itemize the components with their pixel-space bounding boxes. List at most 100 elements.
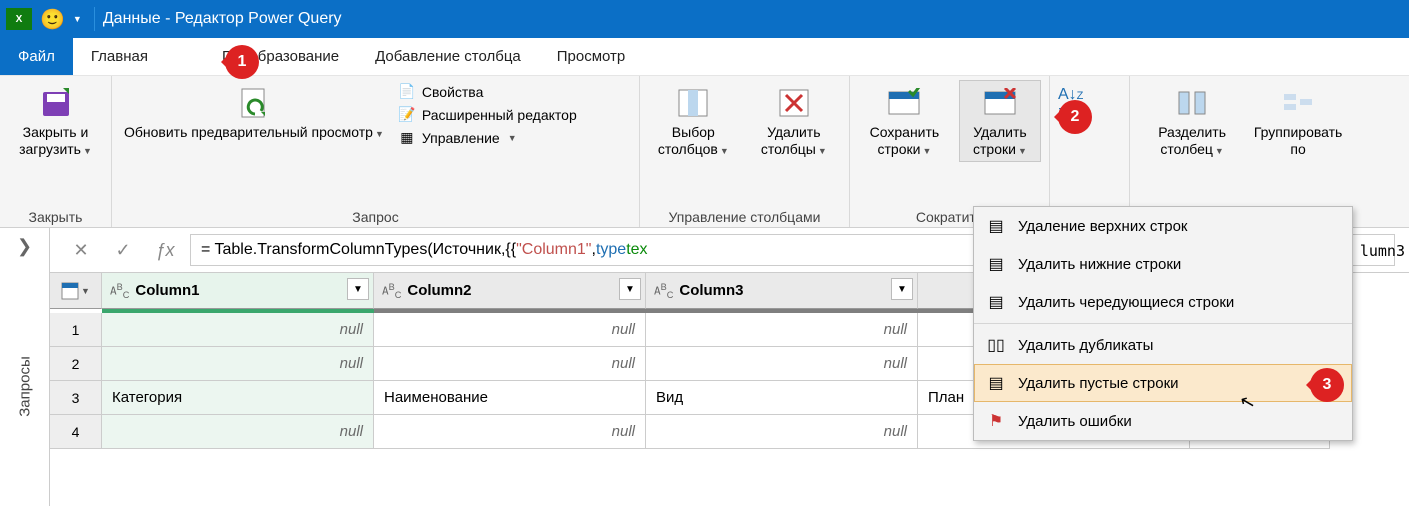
column-header-3[interactable]: ABC Column3 ▼: [646, 273, 918, 309]
menu-label: Удалить дубликаты: [1018, 337, 1153, 354]
remove-top-icon: ▤: [984, 216, 1008, 236]
tab-add-column[interactable]: Добавление столбца: [357, 38, 539, 75]
group-sort: A↓Z Z↓A: [1050, 76, 1130, 227]
datatype-text-icon: ABC: [110, 282, 129, 300]
cell[interactable]: Категория: [102, 381, 374, 415]
grid-corner[interactable]: ▼: [50, 273, 102, 309]
choose-columns-icon: [676, 82, 710, 124]
ribbon-tabs: Файл Главная Преобразование Добавление с…: [0, 38, 1409, 76]
titlebar: X 🙂 ▼ Данные - Редактор Power Query: [0, 0, 1409, 38]
smiley-icon[interactable]: 🙂: [40, 7, 65, 32]
group-query-label: Запрос: [120, 207, 631, 225]
formula-overflow: lumn3: [1360, 242, 1405, 260]
remove-rows-icon: [983, 82, 1017, 124]
save-icon: [39, 82, 73, 124]
remove-columns-icon: [777, 82, 811, 124]
keep-rows-button[interactable]: Сохранить строки▼: [858, 80, 951, 162]
tab-transform[interactable]: Преобразование: [166, 38, 357, 75]
menu-label: Удалить ошибки: [1018, 413, 1132, 430]
formula-accept-icon[interactable]: ✓: [106, 235, 140, 265]
menu-remove-alternate-rows[interactable]: ▤ Удалить чередующиеся строки: [974, 283, 1352, 321]
menu-remove-top-rows[interactable]: ▤ Удаление верхних строк: [974, 207, 1352, 245]
callout-1: 1: [225, 45, 259, 79]
menu-remove-bottom-rows[interactable]: ▤ Удалить нижние строки: [974, 245, 1352, 283]
queries-pane-collapsed[interactable]: ❯ Запросы: [0, 228, 50, 506]
keep-rows-icon: [887, 82, 921, 124]
adv-editor-label: Расширенный редактор: [422, 107, 577, 123]
expand-queries-icon[interactable]: ❯: [17, 236, 32, 257]
window-title: Данные - Редактор Power Query: [103, 10, 342, 28]
menu-label: Удаление верхних строк: [1018, 218, 1187, 235]
split-column-button[interactable]: Разделить столбец▼: [1138, 80, 1246, 162]
split-column-icon: [1175, 82, 1209, 124]
column-header-1[interactable]: ABC Column1 ▼: [102, 273, 374, 309]
col1-filter-dropdown[interactable]: ▼: [347, 278, 369, 300]
cell[interactable]: null: [646, 313, 918, 347]
remove-blank-icon: ▤: [984, 373, 1008, 393]
queries-pane-label: Запросы: [16, 356, 33, 417]
close-load-label: Закрыть и загрузить: [19, 124, 88, 157]
close-and-load-button[interactable]: Закрыть и загрузить▼: [8, 80, 103, 162]
group-by-label: Группировать по: [1254, 124, 1342, 158]
advanced-editor-button[interactable]: 📝 Расширенный редактор: [396, 105, 579, 124]
remove-dup-icon: ▯▯: [984, 335, 1008, 355]
tab-view[interactable]: Просмотр: [539, 38, 644, 75]
col2-filter-dropdown[interactable]: ▼: [619, 278, 641, 300]
manage-label: Управление: [422, 130, 500, 146]
callout-3: 3: [1310, 368, 1344, 402]
formula-cancel-icon[interactable]: ✕: [64, 235, 98, 265]
group-transform: Разделить столбец▼ Группировать по: [1130, 76, 1350, 227]
remove-bottom-icon: ▤: [984, 254, 1008, 274]
col1-name: Column1: [135, 282, 199, 299]
fx-icon[interactable]: ƒx: [148, 235, 182, 265]
group-reduce-rows: Сохранить строки▼ Удалить строки▼ Сократ…: [850, 76, 1050, 227]
cell[interactable]: null: [374, 347, 646, 381]
formula-keyword: type: [596, 241, 626, 259]
cell[interactable]: null: [102, 313, 374, 347]
formula-text: = Table.TransformColumnTypes(Источник,{{: [201, 241, 516, 259]
cell[interactable]: null: [374, 313, 646, 347]
choose-cols-label: Выбор столбцов: [658, 124, 718, 157]
col2-name: Column2: [407, 282, 471, 299]
properties-button[interactable]: 📄 Свойства: [396, 82, 579, 101]
advanced-editor-icon: 📝: [398, 106, 416, 123]
manage-button[interactable]: ▦ Управление▼: [396, 128, 579, 147]
row-number: 1: [50, 313, 102, 347]
column-header-2[interactable]: ABC Column2 ▼: [374, 273, 646, 309]
menu-remove-duplicates[interactable]: ▯▯ Удалить дубликаты: [974, 326, 1352, 364]
choose-columns-button[interactable]: Выбор столбцов▼: [648, 80, 739, 162]
properties-icon: 📄: [398, 83, 416, 100]
refresh-label: Обновить предварительный просмотр: [124, 124, 373, 140]
formula-string: "Column1": [516, 241, 591, 259]
cell[interactable]: Наименование: [374, 381, 646, 415]
menu-label: Удалить пустые строки: [1018, 375, 1179, 392]
menu-remove-blank-rows[interactable]: ▤ Удалить пустые строки: [974, 364, 1352, 402]
cell[interactable]: null: [102, 415, 374, 449]
qat-dropdown[interactable]: ▼: [73, 14, 82, 24]
separator: [94, 7, 95, 31]
remove-rows-button[interactable]: Удалить строки▼: [959, 80, 1041, 162]
tab-file[interactable]: Файл: [0, 38, 73, 75]
remove-alt-icon: ▤: [984, 292, 1008, 312]
group-by-button[interactable]: Группировать по: [1254, 80, 1342, 160]
remove-columns-button[interactable]: Удалить столбцы▼: [747, 80, 841, 162]
datatype-text-icon: ABC: [382, 282, 401, 300]
callout-2: 2: [1058, 100, 1092, 134]
refresh-preview-button[interactable]: Обновить предварительный просмотр▼: [120, 80, 388, 145]
remove-rows-menu: ▤ Удаление верхних строк ▤ Удалить нижни…: [973, 206, 1353, 441]
group-managecols-label: Управление столбцами: [648, 207, 841, 225]
excel-icon: X: [6, 8, 32, 30]
formula-tail: tex: [626, 241, 647, 259]
tab-home[interactable]: Главная: [73, 38, 166, 75]
group-close: Закрыть и загрузить▼ Закрыть: [0, 76, 112, 227]
menu-remove-errors[interactable]: ⚑ Удалить ошибки: [974, 402, 1352, 440]
cell[interactable]: Вид: [646, 381, 918, 415]
remove-err-icon: ⚑: [984, 411, 1008, 431]
manage-icon: ▦: [398, 129, 416, 146]
cell[interactable]: null: [102, 347, 374, 381]
properties-label: Свойства: [422, 84, 483, 100]
cell[interactable]: null: [646, 347, 918, 381]
cell[interactable]: null: [374, 415, 646, 449]
col3-filter-dropdown[interactable]: ▼: [891, 278, 913, 300]
cell[interactable]: null: [646, 415, 918, 449]
